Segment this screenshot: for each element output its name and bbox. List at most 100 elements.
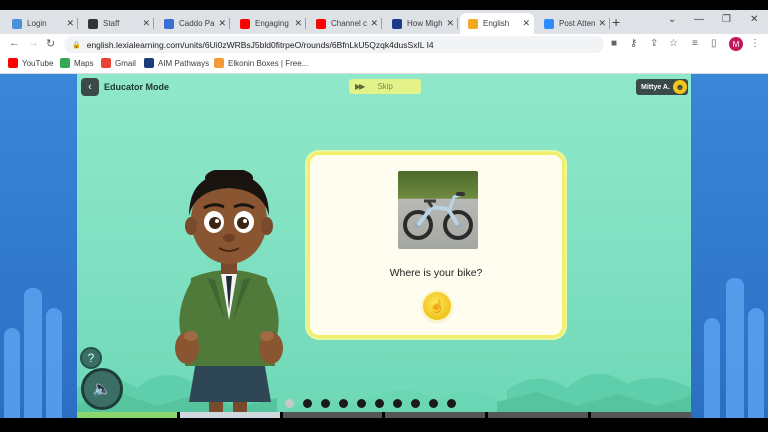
- speaker-icon: 🔈: [92, 381, 112, 398]
- unit-progress-bar: [77, 412, 691, 418]
- close-tab-icon[interactable]: ✕: [598, 18, 606, 29]
- bookmark-item[interactable]: Elkonin Boxes | Free...: [214, 58, 308, 68]
- skip-button[interactable]: ▶▶ Skip: [349, 79, 421, 94]
- close-tab-icon[interactable]: ✕: [446, 18, 454, 29]
- close-tab-icon[interactable]: ✕: [142, 18, 150, 29]
- tab-separator: [153, 18, 154, 29]
- bookmarks-bar: YouTube Maps Gmail AIM Pathways Elkonin Boxe…: [0, 54, 768, 74]
- close-tab-icon[interactable]: ✕: [218, 18, 226, 29]
- browser-tab[interactable]: Staff ✕: [80, 13, 154, 34]
- fast-forward-icon: ▶▶: [355, 82, 365, 91]
- browser-chrome: Login✕Staff✕Caddo Pa✕Engaging F✕Channel …: [0, 10, 768, 74]
- unit-segment: [591, 412, 691, 418]
- new-tab-button[interactable]: +: [612, 14, 620, 30]
- bike-image: [403, 192, 473, 240]
- youtube-icon: [316, 18, 326, 29]
- back-button[interactable]: ‹: [81, 78, 99, 96]
- tab-separator: [457, 18, 458, 29]
- sound-button[interactable]: 🔈: [81, 368, 123, 410]
- browser-tab[interactable]: How Migh ✕: [384, 13, 458, 34]
- bookmark-item[interactable]: Maps: [60, 58, 94, 68]
- progress-dot: [357, 398, 366, 408]
- background-bar: [704, 318, 720, 418]
- reading-list-icon[interactable]: ≡: [692, 38, 698, 49]
- tab-search-icon[interactable]: ⌄: [668, 14, 676, 25]
- background-bar: [726, 278, 744, 418]
- help-button[interactable]: ?: [80, 347, 102, 369]
- bookmark-label: Gmail: [115, 58, 136, 68]
- unit-segment: [77, 412, 177, 418]
- forward-icon[interactable]: →: [28, 37, 39, 49]
- progress-dot: [339, 398, 348, 408]
- bookmark-star-icon[interactable]: ☆: [669, 38, 678, 49]
- url-text: english.lexialearning.com/units/6Ui0zWRB…: [86, 39, 434, 50]
- lexia-icon: [468, 18, 478, 29]
- side-panel-icon[interactable]: ▯: [711, 38, 717, 49]
- browser-tab[interactable]: Post Atten ✕: [536, 13, 610, 34]
- audio-play-button[interactable]: ☝: [423, 292, 451, 320]
- browser-tab[interactable]: Login ✕: [4, 13, 78, 34]
- tab-label: Post Atten: [559, 19, 596, 28]
- tab-separator: [381, 18, 382, 29]
- reload-icon[interactable]: ↻: [46, 37, 55, 50]
- skip-label: Skip: [377, 82, 393, 91]
- progress-dot: [321, 398, 330, 408]
- bookmark-label: AIM Pathways: [158, 58, 210, 68]
- tab-separator: [609, 18, 610, 29]
- browser-toolbar: ← → ↻ 🔒 english.lexialearning.com/units/…: [0, 34, 768, 54]
- progress-dot: [447, 398, 456, 408]
- progress-dot: [303, 398, 312, 408]
- browser-tab[interactable]: English ✕: [460, 13, 534, 34]
- chevron-left-icon: ‹: [88, 81, 92, 93]
- bookmark-icon: [60, 58, 70, 68]
- key-icon[interactable]: ⚷: [630, 38, 637, 49]
- background-bar: [748, 308, 764, 418]
- bookmark-item[interactable]: Gmail: [101, 58, 136, 68]
- question-mark-icon: ?: [87, 351, 95, 365]
- bookmark-item[interactable]: AIM Pathways: [144, 58, 209, 68]
- address-bar[interactable]: 🔒 english.lexialearning.com/units/6Ui0zW…: [64, 36, 604, 53]
- progress-dot: [285, 398, 294, 408]
- tutor-character: [175, 170, 283, 418]
- hand-pointer-icon: ☝: [429, 299, 445, 313]
- lexia-app: ‹ Educator Mode ▶▶ Skip Mittye A. ☻ Wher…: [0, 74, 768, 418]
- progress-dot: [411, 398, 420, 408]
- browser-tab[interactable]: Caddo Pa ✕: [156, 13, 230, 34]
- close-tab-icon[interactable]: ✕: [522, 18, 530, 29]
- close-tab-icon[interactable]: ✕: [66, 18, 74, 29]
- progress-dots: [281, 396, 491, 410]
- share-icon[interactable]: ⇪: [650, 38, 658, 49]
- profile-initial: M: [732, 39, 740, 49]
- close-window-icon[interactable]: ✕: [750, 14, 758, 25]
- menu-icon[interactable]: ⋮: [750, 38, 760, 49]
- question-prompt: Where is your bike?: [389, 267, 483, 279]
- bookmark-label: Maps: [74, 58, 94, 68]
- close-tab-icon[interactable]: ✕: [294, 18, 302, 29]
- bike-photo: [398, 171, 478, 249]
- unit-segment: [488, 412, 589, 418]
- tab-label: English: [483, 19, 510, 28]
- restore-icon[interactable]: ❐: [722, 14, 731, 25]
- tab-label: Engaging F: [255, 19, 291, 28]
- user-badge[interactable]: Mittye A. ☻: [636, 79, 688, 95]
- background-bar: [24, 288, 42, 418]
- close-tab-icon[interactable]: ✕: [370, 18, 378, 29]
- bookmark-item[interactable]: YouTube: [8, 58, 53, 68]
- camera-icon[interactable]: ■: [611, 38, 617, 49]
- youtube-icon: [240, 18, 250, 29]
- browser-tab[interactable]: Channel co ✕: [308, 13, 382, 34]
- unit-segment: [282, 412, 383, 418]
- video-icon: [392, 18, 402, 29]
- tab-label: How Migh: [407, 19, 443, 28]
- back-icon[interactable]: ←: [9, 37, 20, 49]
- background-bar: [46, 308, 62, 418]
- bookmark-icon: [214, 58, 224, 68]
- tab-separator: [305, 18, 306, 29]
- minimize-icon[interactable]: —: [694, 14, 704, 25]
- bookmark-label: Elkonin Boxes | Free...: [228, 58, 309, 68]
- progress-dot: [393, 398, 402, 408]
- browser-tab[interactable]: Engaging F✕: [232, 13, 306, 34]
- tab-label: Channel co: [331, 19, 368, 28]
- mode-title: Educator Mode: [104, 82, 170, 92]
- profile-avatar[interactable]: M: [729, 37, 743, 51]
